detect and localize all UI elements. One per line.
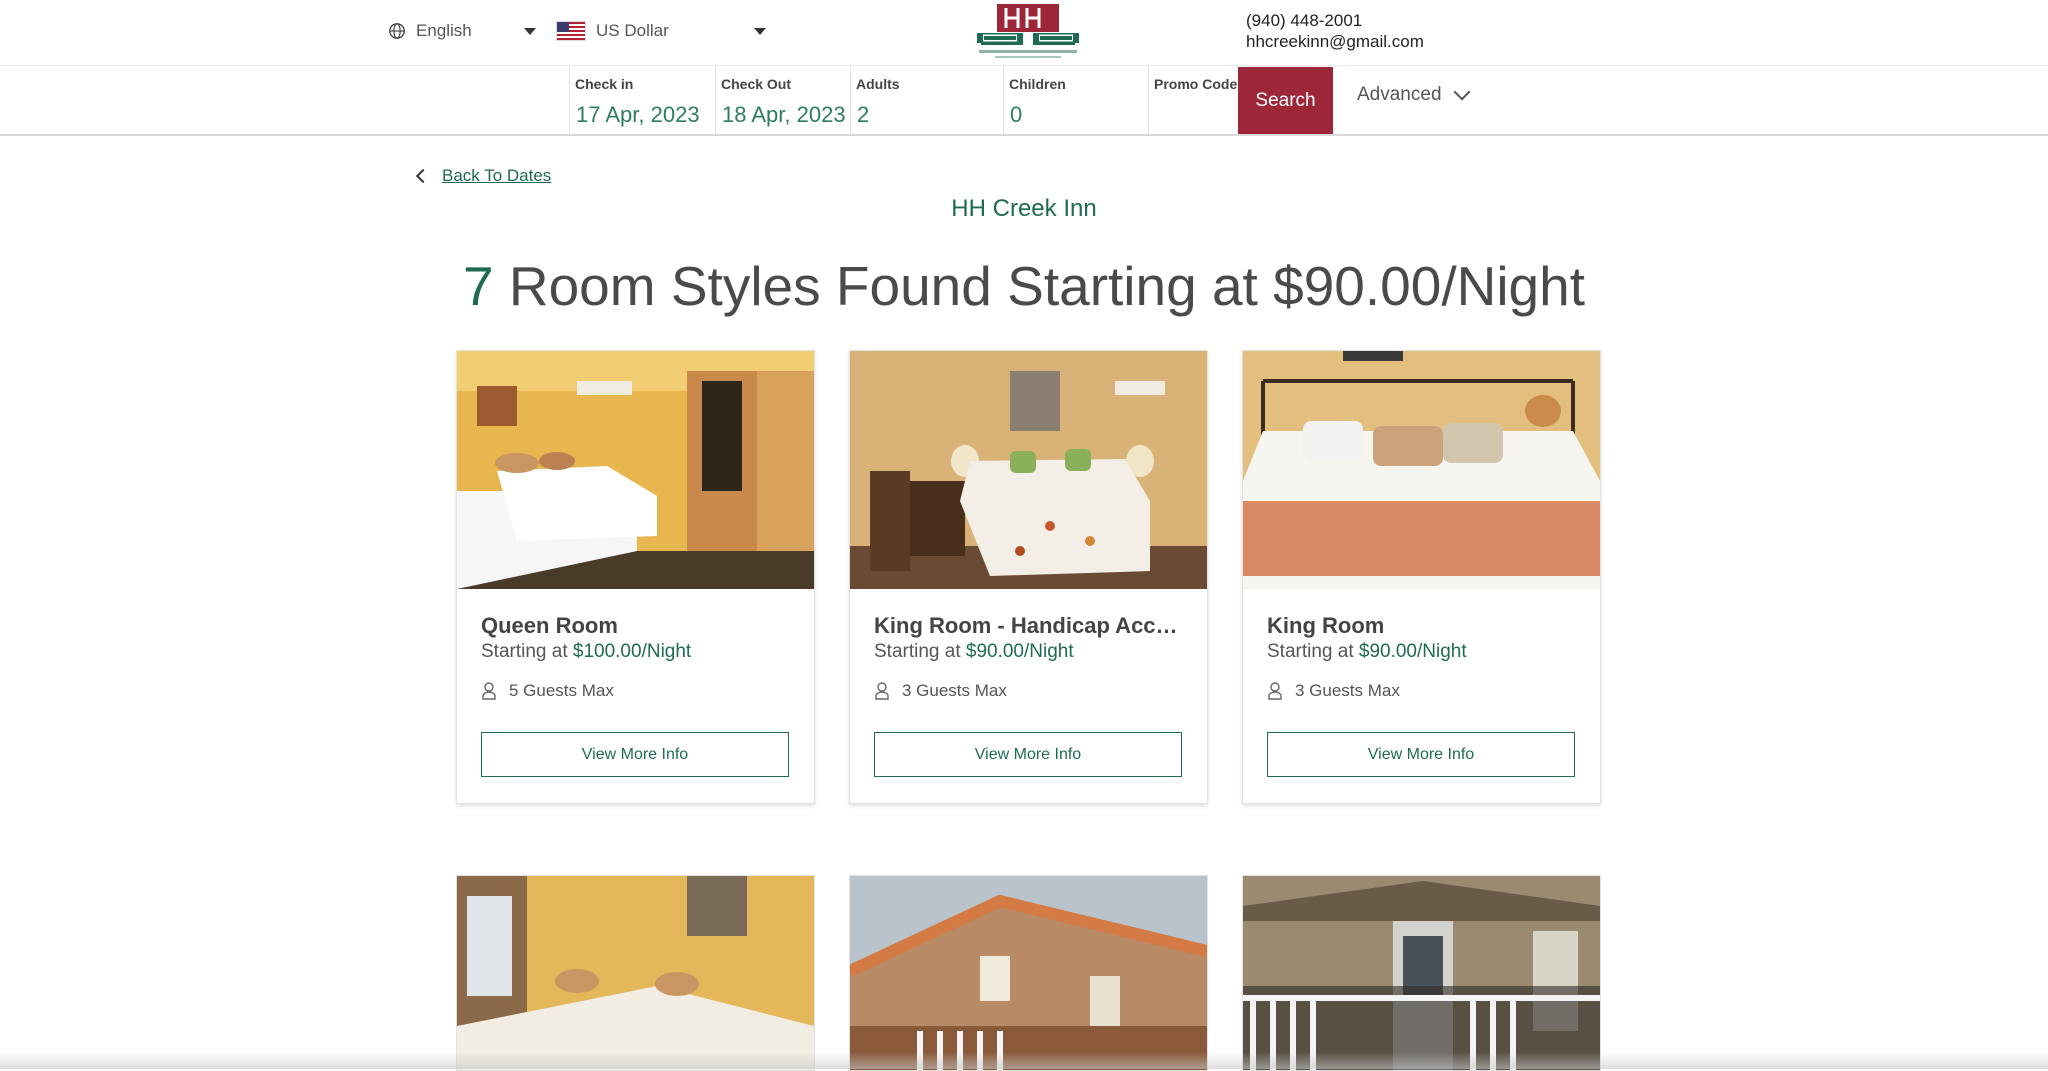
room-name: King Room - Handicap Accessible: [874, 613, 1186, 638]
starting-at-label: Starting at: [874, 641, 961, 662]
room-guests: 3 Guests Max: [1267, 681, 1400, 701]
guest-icon: [875, 682, 889, 700]
room-card: [1242, 875, 1601, 1071]
room-name: Queen Room: [481, 613, 618, 638]
room-price-amount: $90.00/Night: [1358, 641, 1467, 662]
checkin-label: Check in: [575, 76, 634, 92]
caret-down-icon: [753, 27, 766, 35]
starting-at-label: Starting at: [1267, 641, 1354, 662]
adults-label: Adults: [856, 76, 900, 92]
email-address[interactable]: hhcreekinn@gmail.com: [1246, 31, 1424, 52]
view-more-info-button[interactable]: View More Info: [874, 732, 1182, 777]
room-price-amount: $90.00/Night: [965, 641, 1074, 662]
room-price: Starting at $90.00/Night: [1267, 641, 1467, 663]
promo-code-field[interactable]: Promo Code: [1148, 66, 1239, 134]
checkout-field[interactable]: Check Out 18 Apr, 2023: [715, 66, 851, 134]
room-photo[interactable]: [1243, 876, 1600, 1070]
checkin-field[interactable]: Check in 17 Apr, 2023: [569, 66, 716, 134]
starting-at-label: Starting at: [481, 641, 568, 662]
language-selector[interactable]: English: [388, 16, 536, 46]
us-flag-icon: [556, 21, 586, 41]
room-price: Starting at $90.00/Night: [874, 641, 1074, 663]
currency-selector[interactable]: US Dollar: [556, 16, 766, 46]
room-card: [849, 875, 1208, 1071]
guest-icon: [1268, 682, 1282, 700]
search-button[interactable]: Search: [1238, 67, 1333, 134]
room-card: King Room Starting at $90.00/Night 3 Gue…: [1242, 350, 1601, 804]
checkin-value[interactable]: 17 Apr, 2023: [576, 102, 700, 128]
room-photo[interactable]: [1243, 351, 1600, 589]
chevron-down-icon: [1453, 83, 1471, 101]
globe-icon: [389, 23, 405, 39]
guests-max-label: 3 Guests Max: [1295, 681, 1400, 700]
guests-max-label: 5 Guests Max: [509, 681, 614, 700]
adults-field[interactable]: Adults 2: [850, 66, 1004, 134]
view-more-info-button[interactable]: View More Info: [1267, 732, 1575, 777]
checkout-label: Check Out: [721, 76, 792, 92]
room-card: [456, 875, 815, 1071]
room-photo[interactable]: [457, 351, 814, 589]
phone-number[interactable]: (940) 448-2001: [1246, 10, 1424, 31]
room-photo[interactable]: [850, 351, 1207, 589]
guests-max-label: 3 Guests Max: [902, 681, 1007, 700]
hh-creek-inn-logo[interactable]: [975, 0, 1081, 62]
checkout-value[interactable]: 18 Apr, 2023: [722, 102, 846, 128]
children-field[interactable]: Children 0: [1003, 66, 1149, 134]
view-more-info-button[interactable]: View More Info: [481, 732, 789, 777]
advanced-label: Advanced: [1357, 84, 1442, 105]
guest-icon: [482, 682, 496, 700]
hotel-name: HH Creek Inn: [951, 195, 1097, 222]
chevron-left-icon: [415, 168, 431, 184]
bottom-fade: [0, 1052, 2048, 1069]
children-label: Children: [1009, 76, 1066, 92]
room-photo[interactable]: [850, 876, 1207, 1070]
language-label: English: [416, 21, 472, 40]
currency-label: US Dollar: [596, 21, 669, 40]
room-price: Starting at $100.00/Night: [481, 641, 691, 663]
adults-value[interactable]: 2: [857, 102, 869, 128]
results-count: 7: [462, 255, 494, 317]
results-headline-text: Room Styles Found Starting at $90.00/Nig…: [508, 255, 1586, 317]
room-guests: 5 Guests Max: [481, 681, 614, 701]
room-photo[interactable]: [457, 876, 814, 1070]
room-price-amount: $100.00/Night: [572, 641, 692, 662]
room-name: King Room: [1267, 613, 1385, 638]
results-headline: 7 Room Styles Found Starting at $90.00/N…: [0, 254, 2048, 318]
room-card: King Room - Handicap Accessible Starting…: [849, 350, 1208, 804]
back-to-dates-link[interactable]: Back To Dates: [415, 166, 552, 186]
room-guests: 3 Guests Max: [874, 681, 1007, 701]
promo-code-label: Promo Code: [1154, 76, 1238, 92]
contact-info: (940) 448-2001 hhcreekinn@gmail.com: [1246, 10, 1424, 52]
back-to-dates-label: Back To Dates: [442, 166, 552, 185]
caret-down-icon: [523, 27, 536, 35]
children-value[interactable]: 0: [1010, 102, 1022, 128]
advanced-toggle[interactable]: Advanced: [1357, 83, 1471, 106]
room-card: Queen Room Starting at $100.00/Night 5 G…: [456, 350, 815, 804]
